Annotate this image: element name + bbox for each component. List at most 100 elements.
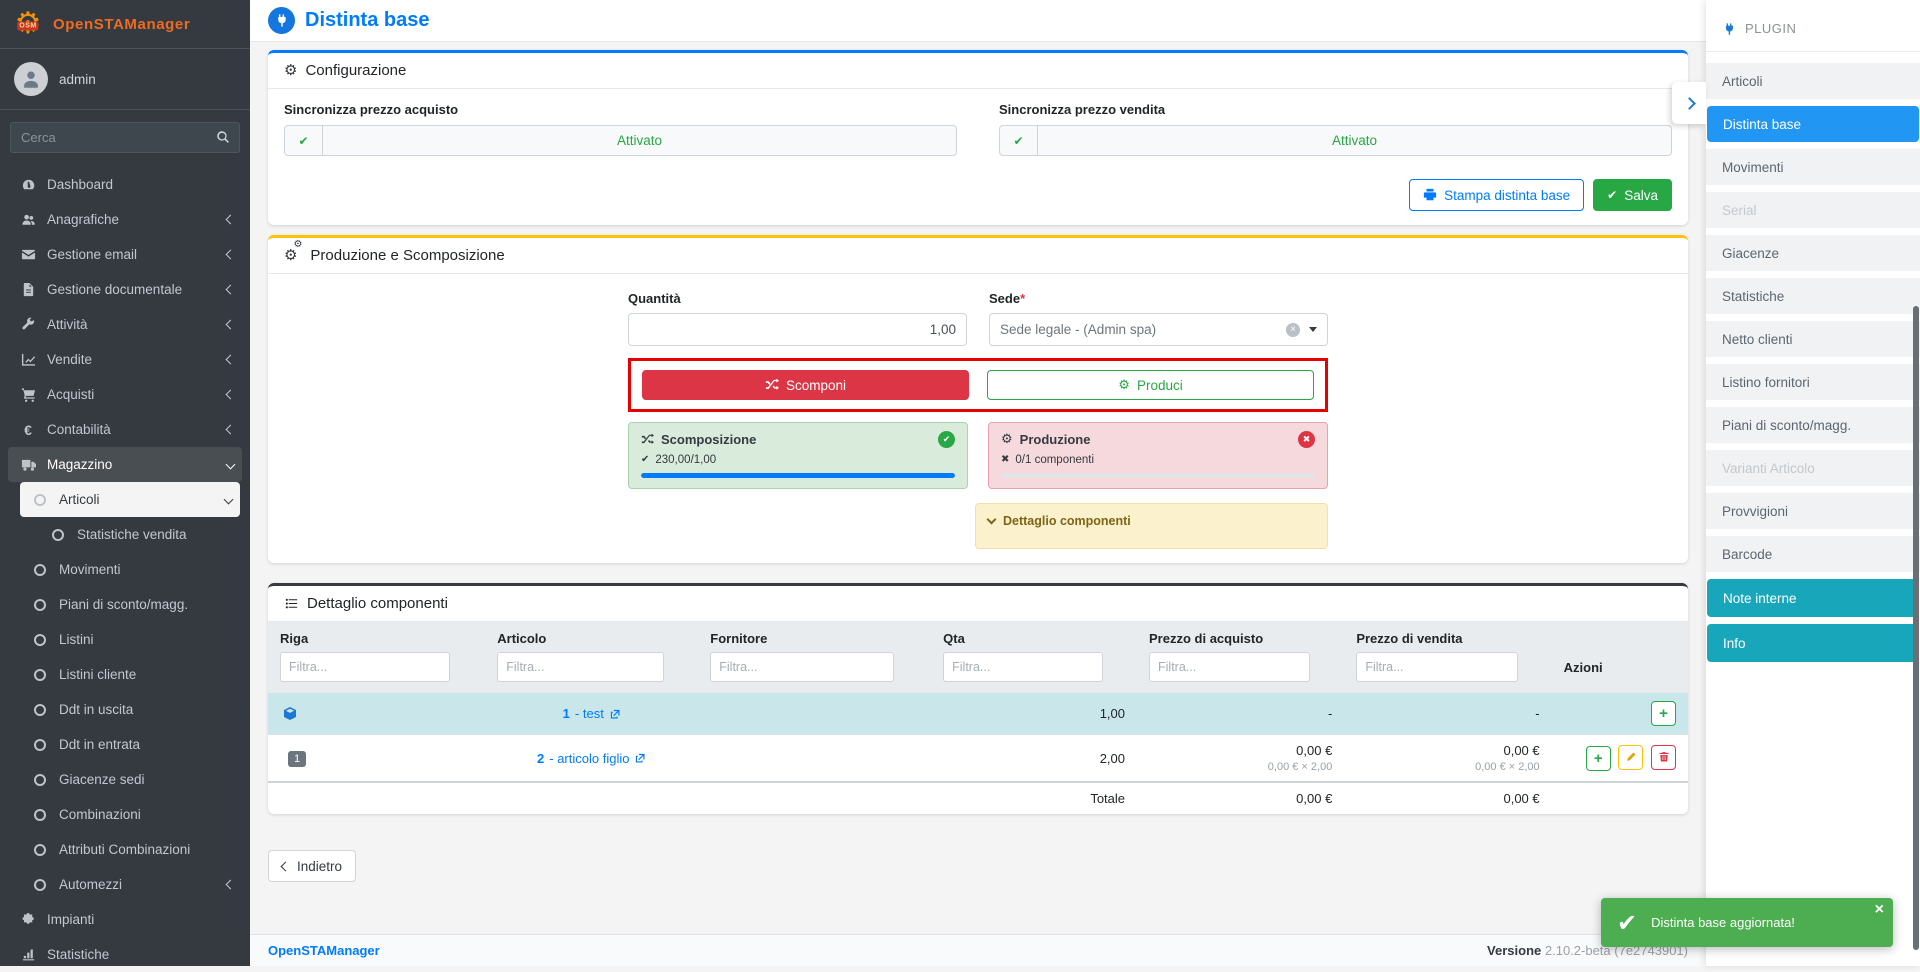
quantita-input[interactable] bbox=[628, 313, 967, 346]
footer-brand-link[interactable]: OpenSTAManager bbox=[268, 943, 380, 958]
external-link-icon bbox=[634, 752, 646, 764]
chevron-left-icon bbox=[226, 215, 236, 225]
total-prezzo-vendita: 0,00 € bbox=[1344, 782, 1551, 814]
plugin-item-info[interactable]: Info bbox=[1707, 624, 1919, 662]
plugin-item-movimenti[interactable]: Movimenti bbox=[1706, 149, 1920, 185]
scomponi-button[interactable]: Scomponi bbox=[642, 370, 969, 400]
page-scrollbar-thumb[interactable] bbox=[1913, 306, 1919, 950]
sidebar-item-statistiche[interactable]: Statistiche bbox=[8, 937, 242, 972]
close-icon[interactable]: × bbox=[1875, 902, 1884, 918]
envelope-icon bbox=[16, 247, 40, 262]
sidebar-item-magazzino[interactable]: Magazzino bbox=[8, 447, 242, 482]
gear-icon: ⚙ bbox=[284, 63, 297, 78]
plugin-item-barcode[interactable]: Barcode bbox=[1706, 536, 1920, 572]
toast-message: Distinta base aggiornata! bbox=[1651, 915, 1795, 930]
chevron-down-icon bbox=[987, 515, 997, 525]
sidebar-search bbox=[0, 110, 250, 161]
user-panel[interactable]: admin bbox=[0, 49, 250, 110]
plugin-item-provvigioni[interactable]: Provvigioni bbox=[1706, 493, 1920, 529]
printer-icon bbox=[1423, 188, 1437, 202]
col-qta[interactable]: Qta bbox=[931, 622, 1137, 647]
plug-icon bbox=[1722, 22, 1736, 36]
col-articolo[interactable]: Articolo bbox=[485, 622, 698, 647]
col-riga[interactable]: Riga bbox=[268, 622, 485, 647]
plugin-item-serial: Serial bbox=[1706, 192, 1920, 228]
sidebar-item-impianti[interactable]: Impianti bbox=[8, 902, 242, 937]
search-button[interactable] bbox=[207, 122, 240, 153]
col-prezzo-vendita[interactable]: Prezzo di vendita bbox=[1344, 622, 1551, 647]
sidebar-item-giacenze-sedi[interactable]: Giacenze sedi bbox=[20, 762, 242, 797]
sidebar-item-piani-sconto[interactable]: Piani di sconto/magg. bbox=[20, 587, 242, 622]
chevron-right-icon bbox=[1683, 97, 1696, 110]
check-icon: ✔ bbox=[1607, 189, 1617, 201]
sidebar-item-anagrafiche[interactable]: Anagrafiche bbox=[8, 202, 242, 237]
add-component-button[interactable]: + bbox=[1586, 746, 1611, 771]
brand-name: OpenSTAManager bbox=[53, 16, 190, 33]
search-input[interactable] bbox=[10, 122, 207, 153]
plugin-item-note-interne[interactable]: Note interne bbox=[1707, 579, 1919, 617]
chevron-left-icon bbox=[281, 861, 291, 871]
chevron-left-icon bbox=[226, 355, 236, 365]
sidebar-item-vendite[interactable]: Vendite bbox=[8, 342, 242, 377]
chevron-left-icon bbox=[226, 390, 236, 400]
filter-articolo-input[interactable] bbox=[497, 652, 663, 682]
sidebar-item-gestione-documentale[interactable]: Gestione documentale bbox=[8, 272, 242, 307]
plugin-item-piani-sconto[interactable]: Piani di sconto/magg. bbox=[1706, 407, 1920, 443]
circle-icon bbox=[28, 599, 52, 611]
scomposizione-status: ✔ 230,00/1,00 bbox=[641, 454, 955, 466]
bar-chart-icon bbox=[16, 947, 40, 962]
filter-fornitore-input[interactable] bbox=[710, 652, 894, 682]
sidebar-item-combinazioni[interactable]: Combinazioni bbox=[20, 797, 242, 832]
articolo-link[interactable]: 2 - articolo figlio bbox=[537, 751, 646, 766]
filter-prezzo-vendita-input[interactable] bbox=[1356, 652, 1517, 682]
sede-select[interactable]: Sede legale - (Admin spa) × bbox=[989, 313, 1328, 346]
riga-badge: 1 bbox=[288, 751, 306, 767]
sidebar-item-acquisti[interactable]: Acquisti bbox=[8, 377, 242, 412]
sidebar-item-movimenti[interactable]: Movimenti bbox=[20, 552, 242, 587]
sidebar-item-contabilita[interactable]: € Contabilità bbox=[8, 412, 242, 447]
chevron-left-icon bbox=[226, 285, 236, 295]
circle-icon bbox=[28, 564, 52, 576]
sidebar-item-statistiche-vendita[interactable]: Statistiche vendita bbox=[38, 517, 242, 552]
sidebar-item-ddt-uscita[interactable]: Ddt in uscita bbox=[20, 692, 242, 727]
qta-cell: 2,00 bbox=[931, 735, 1137, 783]
salva-button[interactable]: ✔ Salva bbox=[1593, 179, 1672, 211]
sync-prezzo-acquisto-toggle[interactable]: ✔ Attivato bbox=[284, 125, 957, 156]
add-component-button[interactable]: + bbox=[1651, 701, 1676, 726]
sidebar-item-listini-cliente[interactable]: Listini cliente bbox=[20, 657, 242, 692]
impianti-puzzle-icon bbox=[16, 912, 40, 927]
plugin-item-distinta-base[interactable]: Distinta base bbox=[1707, 106, 1919, 142]
plugin-panel-collapse-button[interactable] bbox=[1672, 82, 1706, 124]
col-fornitore[interactable]: Fornitore bbox=[698, 622, 931, 647]
sidebar-item-dashboard[interactable]: Dashboard bbox=[8, 167, 242, 202]
edit-component-button[interactable] bbox=[1618, 745, 1643, 770]
chevron-left-icon bbox=[226, 880, 236, 890]
sidebar-item-automezzi[interactable]: Automezzi bbox=[20, 867, 242, 902]
table-row-child: 1 2 - articolo figlio 2,00 0,00 € bbox=[268, 735, 1688, 783]
plugin-item-giacenze[interactable]: Giacenze bbox=[1706, 235, 1920, 271]
clear-selection-icon[interactable]: × bbox=[1286, 323, 1300, 337]
articolo-link[interactable]: 1 - test bbox=[563, 706, 621, 721]
filter-qta-input[interactable] bbox=[943, 652, 1103, 682]
sidebar-item-attivita[interactable]: Attività bbox=[8, 307, 242, 342]
circle-icon bbox=[28, 494, 52, 506]
plugin-item-netto-clienti[interactable]: Netto clienti bbox=[1706, 321, 1920, 357]
filter-riga-input[interactable] bbox=[280, 652, 450, 682]
plugin-item-statistiche[interactable]: Statistiche bbox=[1706, 278, 1920, 314]
sidebar-item-articoli[interactable]: Articoli bbox=[20, 482, 240, 517]
sidebar-item-attributi-combinazioni[interactable]: Attributi Combinazioni bbox=[20, 832, 242, 867]
plugin-item-listino-fornitori[interactable]: Listino fornitori bbox=[1706, 364, 1920, 400]
indietro-button[interactable]: Indietro bbox=[268, 850, 356, 882]
filter-prezzo-acquisto-input[interactable] bbox=[1149, 652, 1310, 682]
dettaglio-componenti-toggle[interactable]: Dettaglio componenti bbox=[975, 503, 1328, 549]
stampa-distinta-base-button[interactable]: Stampa distinta base bbox=[1409, 179, 1584, 211]
col-prezzo-acquisto[interactable]: Prezzo di acquisto bbox=[1137, 622, 1344, 647]
brand-header[interactable]: ⚙ OSM OpenSTAManager bbox=[0, 0, 250, 49]
plugin-item-articoli[interactable]: Articoli bbox=[1706, 63, 1920, 99]
delete-component-button[interactable] bbox=[1651, 745, 1676, 770]
produci-button[interactable]: ⚙ Produci bbox=[987, 370, 1314, 400]
sidebar-item-listini[interactable]: Listini bbox=[20, 622, 242, 657]
sidebar-item-gestione-email[interactable]: Gestione email bbox=[8, 237, 242, 272]
sidebar-item-ddt-entrata[interactable]: Ddt in entrata bbox=[20, 727, 242, 762]
sync-prezzo-vendita-toggle[interactable]: ✔ Attivato bbox=[999, 125, 1672, 156]
